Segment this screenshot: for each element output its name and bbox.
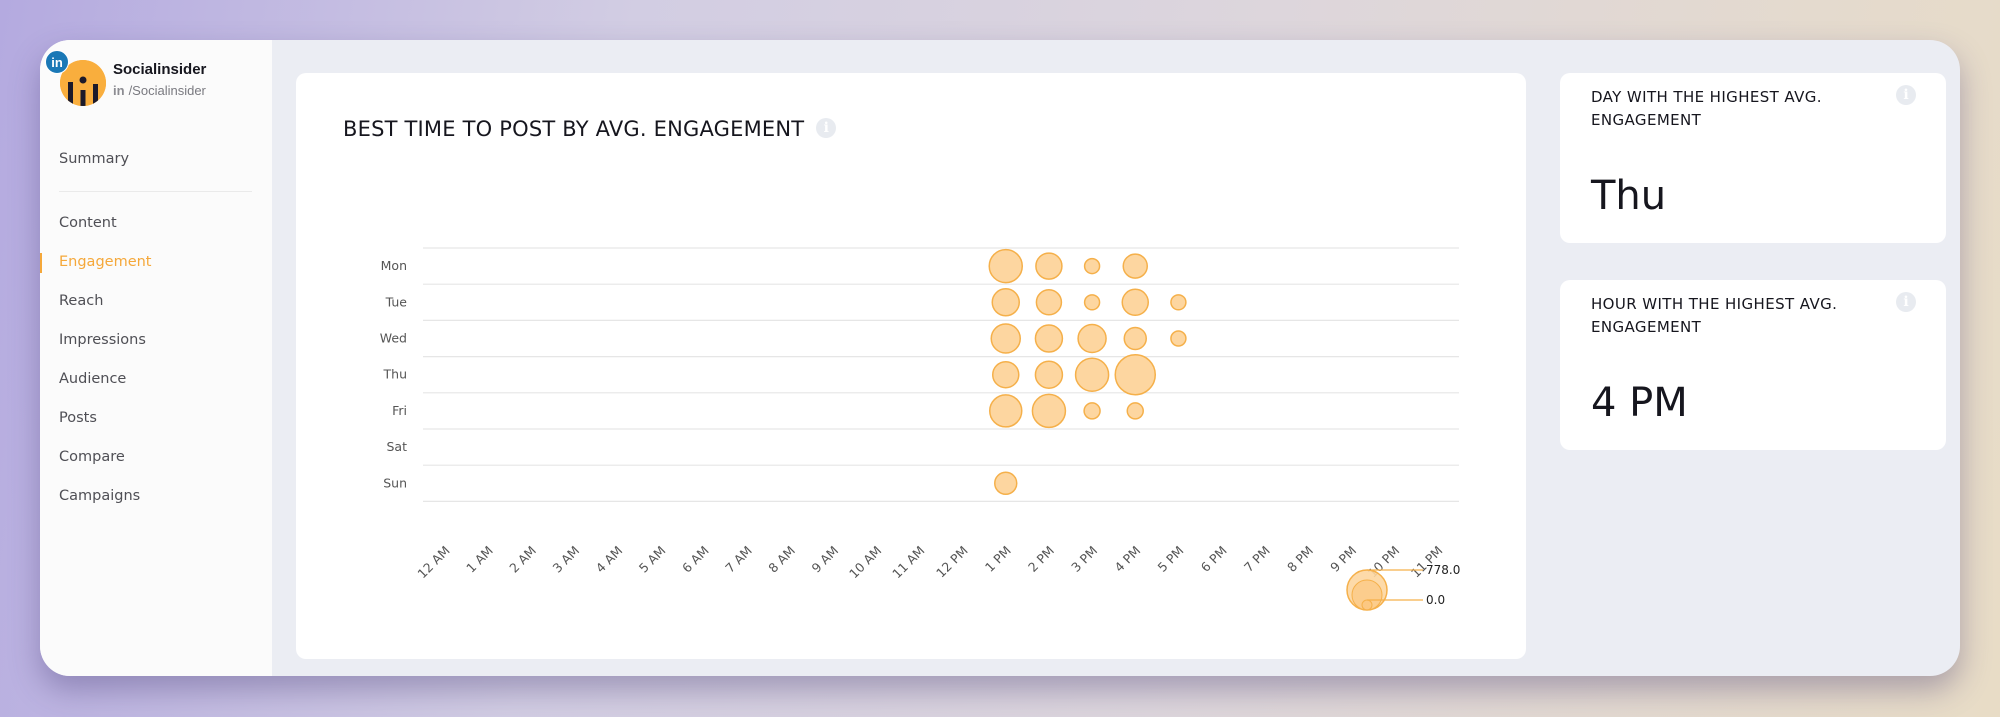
- sidebar-item-summary[interactable]: Summary: [40, 140, 272, 179]
- highest-day-card: DAY WITH THE HIGHEST AVG. ENGAGEMENT i T…: [1560, 73, 1946, 243]
- highest-hour-value: 4 PM: [1591, 380, 1688, 426]
- nav-divider: [59, 191, 252, 192]
- sidebar-item-reach[interactable]: Reach: [40, 282, 272, 321]
- info-icon[interactable]: i: [1896, 85, 1916, 105]
- sidebar-item-posts[interactable]: Posts: [40, 399, 272, 438]
- x-tick-label: 11 AM: [889, 543, 927, 581]
- x-tick-label: 9 PM: [1327, 543, 1359, 575]
- x-tick-label: 1 AM: [463, 543, 496, 576]
- bubble-point: [1074, 357, 1110, 392]
- sidebar-item-campaigns[interactable]: Campaigns: [40, 477, 272, 516]
- x-tick-label: 10 AM: [846, 543, 884, 581]
- info-icon[interactable]: i: [816, 118, 837, 138]
- bubble-point: [1121, 288, 1150, 317]
- x-tick-label: 8 PM: [1284, 543, 1316, 575]
- bubble-point: [988, 248, 1024, 284]
- bubble-point: [1126, 402, 1144, 420]
- x-tick-label: 6 PM: [1198, 543, 1230, 575]
- sidebar-nav: Summary Content Engagement Reach Impress…: [40, 140, 272, 516]
- bubble-point: [991, 360, 1020, 389]
- highest-day-value: Thu: [1591, 173, 1667, 219]
- sidebar-item-compare[interactable]: Compare: [40, 438, 272, 477]
- sidebar-item-impressions[interactable]: Impressions: [40, 321, 272, 360]
- profile-handle-text: /Socialinsider: [128, 83, 206, 98]
- x-tick-label: 7 PM: [1241, 543, 1273, 575]
- legend-max-label: 778.0: [1426, 563, 1460, 577]
- sidebar-item-engagement[interactable]: Engagement: [40, 243, 272, 282]
- best-time-card: Mon Tue Wed Thu Fri Sat Sun 12 AM 1 AM 2 AM 3 AM 4 …: [296, 73, 1526, 659]
- x-tick-label: 8 AM: [765, 543, 798, 576]
- bubble-point: [1035, 252, 1063, 280]
- y-tick-label: Wed: [380, 331, 407, 346]
- sidebar-item-audience[interactable]: Audience: [40, 360, 272, 399]
- linkedin-icon: in: [113, 83, 125, 98]
- sidebar: in Socialinsider in/Socialinsider Summar…: [40, 40, 272, 676]
- bubble-point: [1031, 393, 1067, 429]
- card-title: BEST TIME TO POST BY AVG. ENGAGEMENT i: [343, 117, 837, 141]
- x-tick-label: 4 AM: [593, 543, 626, 576]
- highest-day-title: DAY WITH THE HIGHEST AVG. ENGAGEMENT: [1591, 88, 1822, 129]
- x-tick-label: 5 AM: [636, 543, 669, 576]
- y-tick-label: Fri: [392, 403, 407, 418]
- x-tick-label: 4 PM: [1111, 543, 1143, 575]
- x-tick-label: 5 PM: [1155, 543, 1187, 575]
- highest-hour-card: HOUR WITH THE HIGHEST AVG. ENGAGEMENT i …: [1560, 280, 1946, 450]
- info-icon[interactable]: i: [1896, 292, 1916, 312]
- bubble-point: [1083, 402, 1101, 420]
- bubble-point: [1034, 324, 1064, 353]
- x-tick-label: 12 PM: [933, 543, 971, 581]
- bubble-point: [994, 471, 1018, 496]
- legend-min-label: 0.0: [1426, 593, 1445, 607]
- bubble-point: [991, 288, 1020, 317]
- x-tick-label: 9 AM: [808, 543, 841, 576]
- legend-bubble-min: [1361, 599, 1373, 611]
- x-tick-label: 3 PM: [1068, 543, 1100, 575]
- profile-header[interactable]: in Socialinsider in/Socialinsider: [40, 40, 272, 120]
- y-tick-label: Tue: [385, 294, 408, 309]
- bubble-point: [1114, 353, 1156, 396]
- bubble-point: [1123, 326, 1147, 351]
- x-tick-label: 2 AM: [506, 543, 539, 576]
- linkedin-badge-icon: in: [45, 50, 69, 74]
- highest-hour-title: HOUR WITH THE HIGHEST AVG. ENGAGEMENT: [1591, 295, 1838, 336]
- bubble-point: [1077, 323, 1107, 354]
- bubble-point: [1083, 257, 1101, 275]
- card-title-text: BEST TIME TO POST BY AVG. ENGAGEMENT: [343, 117, 805, 141]
- x-tick-label: 6 AM: [679, 543, 712, 576]
- profile-handle: in/Socialinsider: [113, 83, 206, 98]
- bubble-point: [1035, 289, 1063, 316]
- x-tick-label: 12 AM: [414, 543, 452, 581]
- profile-name: Socialinsider: [113, 61, 207, 78]
- x-tick-label: 7 AM: [722, 543, 755, 576]
- x-tick-label: 1 PM: [982, 543, 1014, 575]
- y-tick-label: Mon: [381, 258, 407, 273]
- bubble-point: [990, 323, 1022, 354]
- y-tick-label: Sat: [387, 439, 408, 454]
- y-tick-label: Thu: [383, 367, 407, 382]
- bubble-point: [1122, 253, 1148, 279]
- y-tick-label: Sun: [383, 475, 407, 490]
- bubble-point: [988, 394, 1023, 428]
- bubble-point: [1083, 294, 1101, 311]
- x-tick-label: 3 AM: [549, 543, 582, 576]
- bubble-chart: Mon Tue Wed Thu Fri Sat Sun 12 AM 1 AM 2 AM 3 AM 4 …: [380, 247, 1460, 611]
- bubble-point: [1170, 294, 1187, 311]
- sidebar-item-content[interactable]: Content: [40, 204, 272, 243]
- bubble-point: [1034, 360, 1064, 389]
- x-tick-label: 2 PM: [1025, 543, 1057, 575]
- app-window: in Socialinsider in/Socialinsider Summar…: [40, 40, 1960, 676]
- bubble-point: [1170, 330, 1187, 347]
